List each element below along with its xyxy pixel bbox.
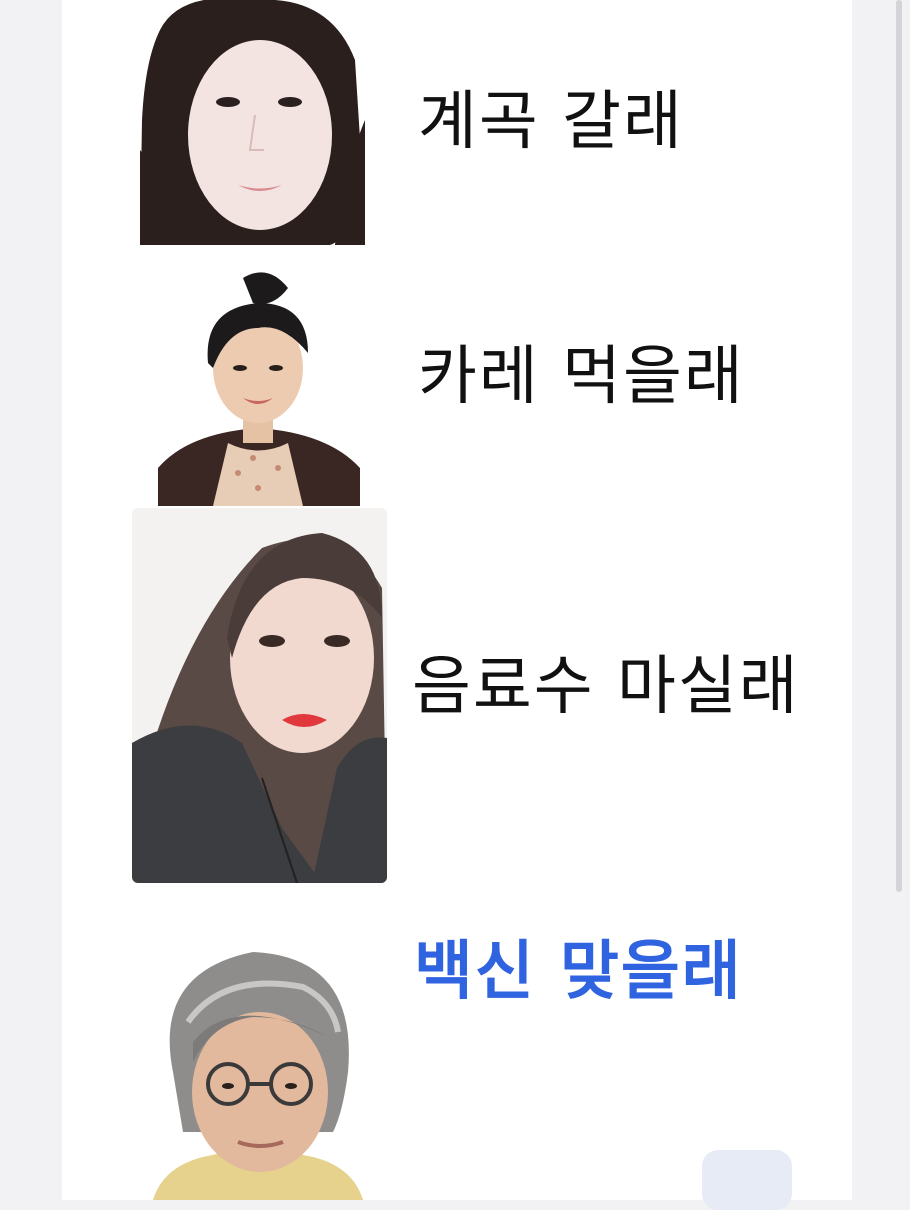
caption-2: 카레 먹을래 xyxy=(418,340,745,414)
portrait-image-1 xyxy=(140,0,365,245)
caption-1: 계곡 갈래 xyxy=(418,85,684,159)
portrait-image-3 xyxy=(132,508,387,883)
woman-long-hair-icon xyxy=(140,0,365,245)
caption-4: 백신 맞을래 xyxy=(414,935,743,1009)
vertical-scrollbar[interactable] xyxy=(896,0,902,892)
woman-padded-jacket-icon xyxy=(132,508,387,883)
woman-gray-hair-glasses-icon xyxy=(153,952,363,1200)
portrait-image-2 xyxy=(158,268,360,506)
floating-action-chip[interactable] xyxy=(702,1150,792,1210)
caption-3: 음료수 마실래 xyxy=(412,650,800,724)
woman-bun-hair-icon xyxy=(158,268,360,506)
portrait-image-4 xyxy=(143,932,373,1200)
